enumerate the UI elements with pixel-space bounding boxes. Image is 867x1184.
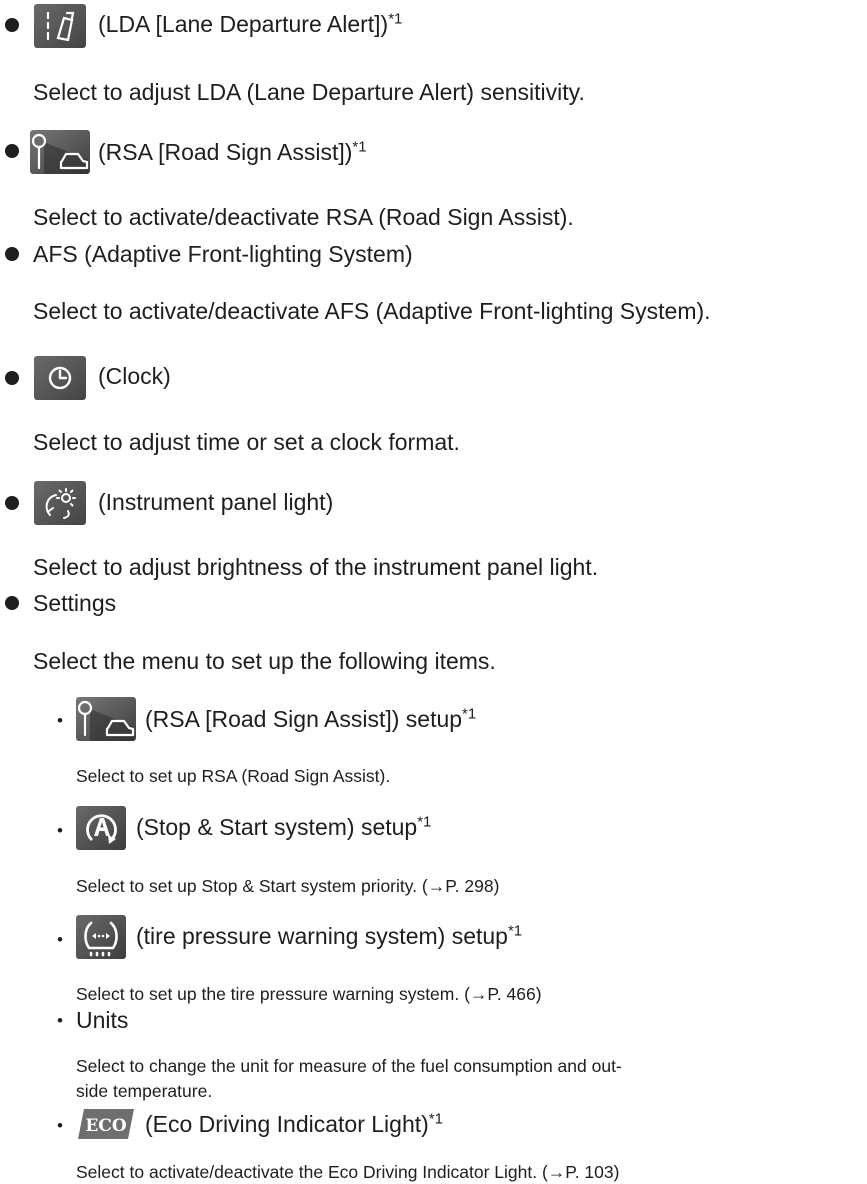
units-description-line2: side temperature. — [76, 1081, 213, 1101]
panel-light-label: (Instrument panel light) — [98, 489, 334, 515]
road-sign-assist-icon — [76, 697, 136, 741]
footnote-marker: *1 — [352, 138, 367, 156]
road-sign-assist-icon — [30, 130, 90, 174]
rsa-description: Select to activate/deactivate RSA (Road … — [33, 204, 574, 230]
eco-indicator-icon: ECO — [78, 1109, 134, 1139]
stop-start-description: Select to set up Stop & Start system pri… — [76, 876, 500, 896]
eco-icon-text: ECO — [85, 1116, 126, 1136]
sub-bullet: • — [57, 930, 63, 949]
sub-bullet: • — [57, 821, 63, 840]
footnote-marker: *1 — [388, 10, 403, 28]
lane-departure-icon — [34, 4, 86, 48]
tire-pressure-label: (tire pressure warning system) setup — [136, 923, 508, 949]
footnote-marker: *1 — [428, 1110, 443, 1128]
eco-description: Select to activate/deactivate the Eco Dr… — [76, 1162, 620, 1182]
rsa-label: (RSA [Road Sign Assist]) — [98, 139, 353, 165]
bullet — [5, 496, 19, 510]
sub-bullet: • — [57, 711, 63, 730]
instrument-panel-light-icon — [34, 481, 86, 525]
clock-icon — [34, 356, 86, 400]
tire-pressure-icon — [76, 915, 126, 959]
lda-description: Select to adjust LDA (Lane Departure Ale… — [33, 79, 585, 105]
units-description-line1: Select to change the unit for measure of… — [76, 1056, 622, 1076]
clock-description: Select to adjust time or set a clock for… — [33, 429, 460, 455]
afs-label: AFS (Adaptive Front-lighting System) — [33, 241, 413, 267]
units-label: Units — [76, 1007, 129, 1033]
bullet — [5, 144, 19, 158]
eco-label: (Eco Driving Indicator Light) — [145, 1111, 429, 1137]
footnote-marker: *1 — [507, 922, 523, 940]
bullet — [5, 596, 19, 610]
bullet — [5, 371, 19, 385]
sub-bullet: • — [57, 1116, 63, 1135]
settings-label: Settings — [33, 590, 117, 616]
clock-label: (Clock) — [98, 363, 171, 389]
footnote-marker: *1 — [417, 813, 432, 831]
stop-start-label: (Stop & Start system) setup — [136, 814, 418, 840]
stop-start-icon — [76, 806, 126, 850]
bullet — [5, 247, 19, 261]
rsa-setup-description: Select to set up RSA (Road Sign Assist). — [76, 766, 391, 786]
sub-bullet: • — [57, 1011, 63, 1030]
rsa-setup-label: (RSA [Road Sign Assist]) setup — [145, 706, 463, 732]
tire-pressure-description: Select to set up the tire pressure warni… — [76, 984, 542, 1004]
afs-description: Select to activate/deactivate AFS (Adapt… — [33, 298, 711, 324]
bullet — [5, 18, 19, 32]
panel-light-description: Select to adjust brightness of the instr… — [33, 554, 599, 580]
settings-description: Select the menu to set up the following … — [33, 648, 496, 674]
lda-label: (LDA [Lane Departure Alert]) — [98, 11, 389, 37]
footnote-marker: *1 — [462, 705, 477, 723]
